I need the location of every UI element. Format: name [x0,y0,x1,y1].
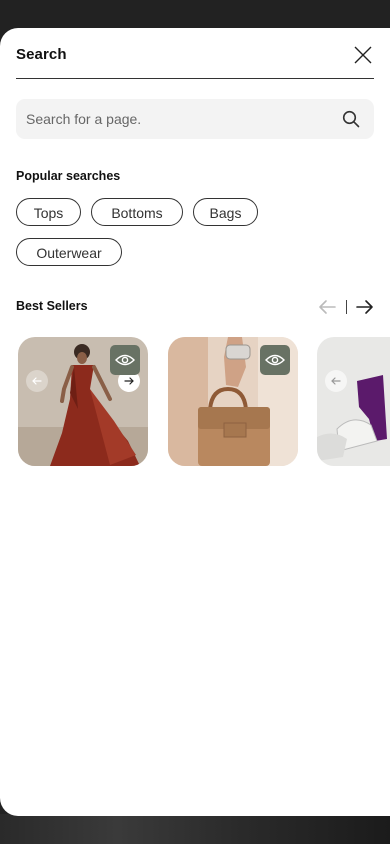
product-image [317,337,390,466]
chip-bottoms[interactable]: Bottoms [91,198,183,226]
best-sellers-carousel-nav [317,298,374,316]
chip-tops[interactable]: Tops [16,198,81,226]
quick-view-button[interactable] [110,345,140,375]
popular-searches-title: Popular searches [16,169,121,183]
product-card[interactable] [168,337,298,466]
close-icon [354,46,372,64]
arrow-left-icon [331,377,341,385]
search-input[interactable] [26,99,326,139]
image-prev-button[interactable] [26,370,48,392]
chip-bags[interactable]: Bags [193,198,258,226]
arrow-right-icon [124,377,134,385]
sheet-title: Search [16,46,67,63]
chip-outerwear[interactable]: Outerwear [16,238,122,266]
arrow-left-icon[interactable] [317,298,337,316]
nav-divider [346,300,347,314]
sheet-header: Search [16,28,374,79]
search-sheet: Search Popular searches Tops Bottoms Bag… [0,28,390,816]
product-card[interactable] [18,337,148,466]
best-sellers-title: Best Sellers [16,299,88,313]
search-box [16,99,374,139]
arrow-right-icon[interactable] [355,298,375,316]
quick-view-button[interactable] [260,345,290,375]
eye-icon [265,354,285,366]
eye-icon [115,354,135,366]
arrow-left-icon [32,377,42,385]
product-card[interactable] [317,337,390,466]
image-prev-button[interactable] [325,370,347,392]
close-button[interactable] [352,44,374,66]
search-icon[interactable] [342,110,360,128]
